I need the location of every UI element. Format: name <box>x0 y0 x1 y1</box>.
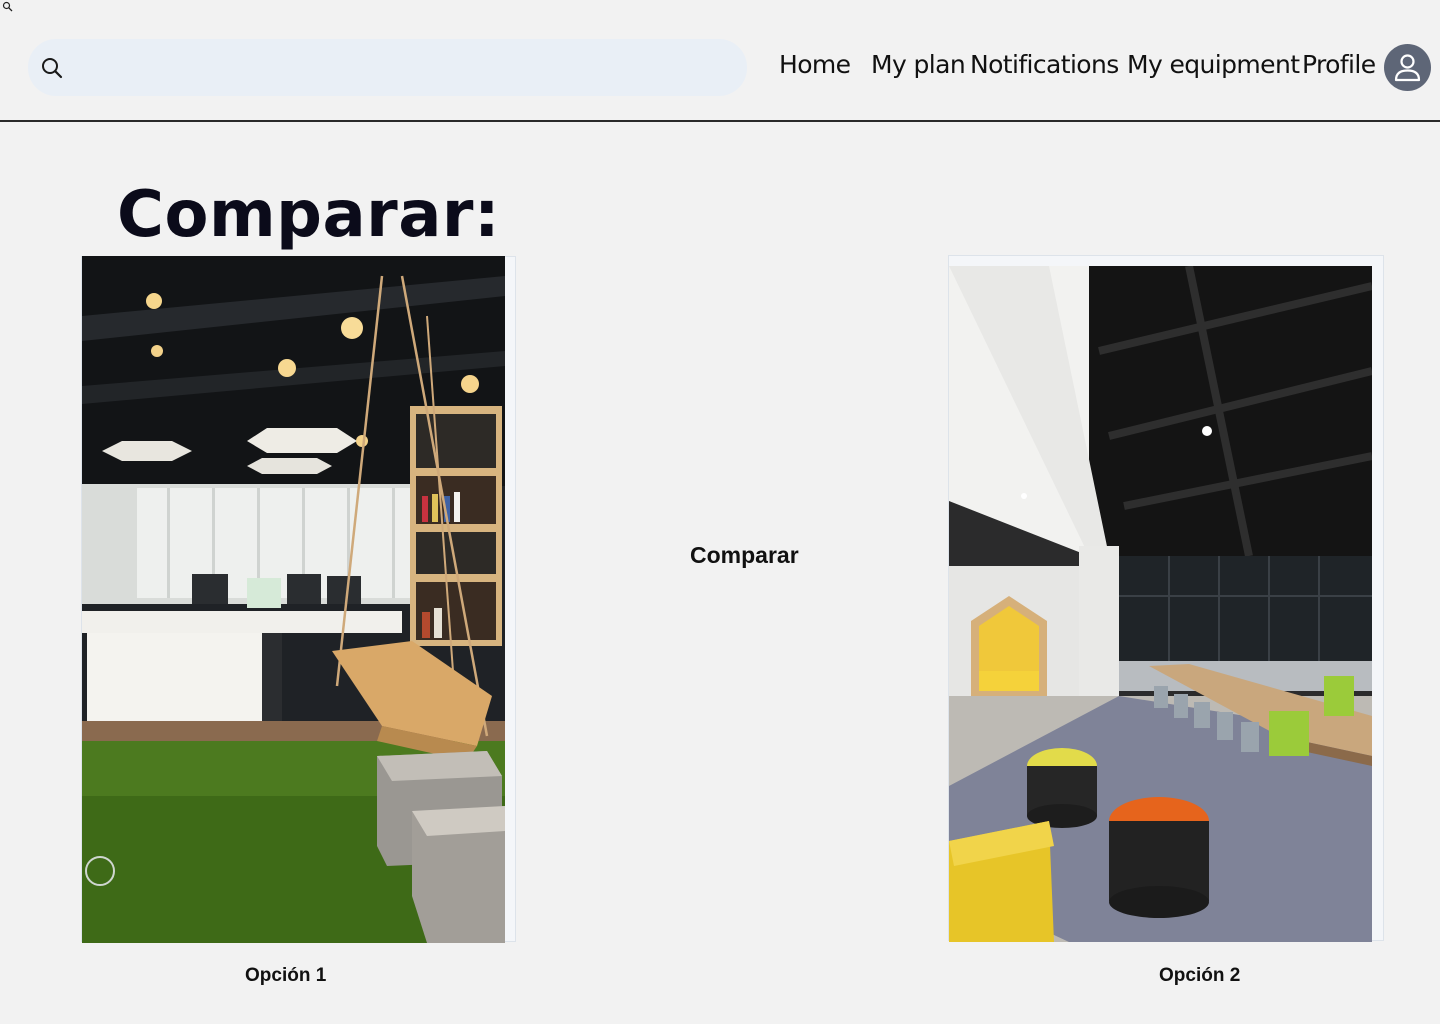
top-navbar: Home My plan Notifications My equipment … <box>0 0 1440 121</box>
option-1-image[interactable] <box>82 256 505 943</box>
search-bar[interactable] <box>28 39 747 98</box>
option-2-card[interactable] <box>948 255 1384 942</box>
page-title: Comparar: <box>117 178 501 252</box>
header-divider <box>0 120 1440 122</box>
nav-my-equipment-link[interactable]: My equipment <box>1127 50 1300 79</box>
avatar[interactable] <box>1384 44 1431 91</box>
user-icon <box>1394 54 1421 82</box>
option-1-label: Opción 1 <box>245 965 327 986</box>
option-2-label: Opción 2 <box>1159 965 1241 986</box>
compare-button[interactable]: Comparar <box>690 542 799 569</box>
option-2-image[interactable] <box>949 266 1372 942</box>
nav-home-link[interactable]: Home <box>779 50 851 79</box>
nav-my-plan-link[interactable]: My plan <box>871 50 966 79</box>
nav-profile-link[interactable]: Profile <box>1302 50 1376 79</box>
search-input[interactable] <box>76 39 730 98</box>
option-1-card[interactable] <box>81 256 516 943</box>
search-icon[interactable] <box>40 56 64 80</box>
nav-notifications-link[interactable]: Notifications <box>970 50 1119 79</box>
